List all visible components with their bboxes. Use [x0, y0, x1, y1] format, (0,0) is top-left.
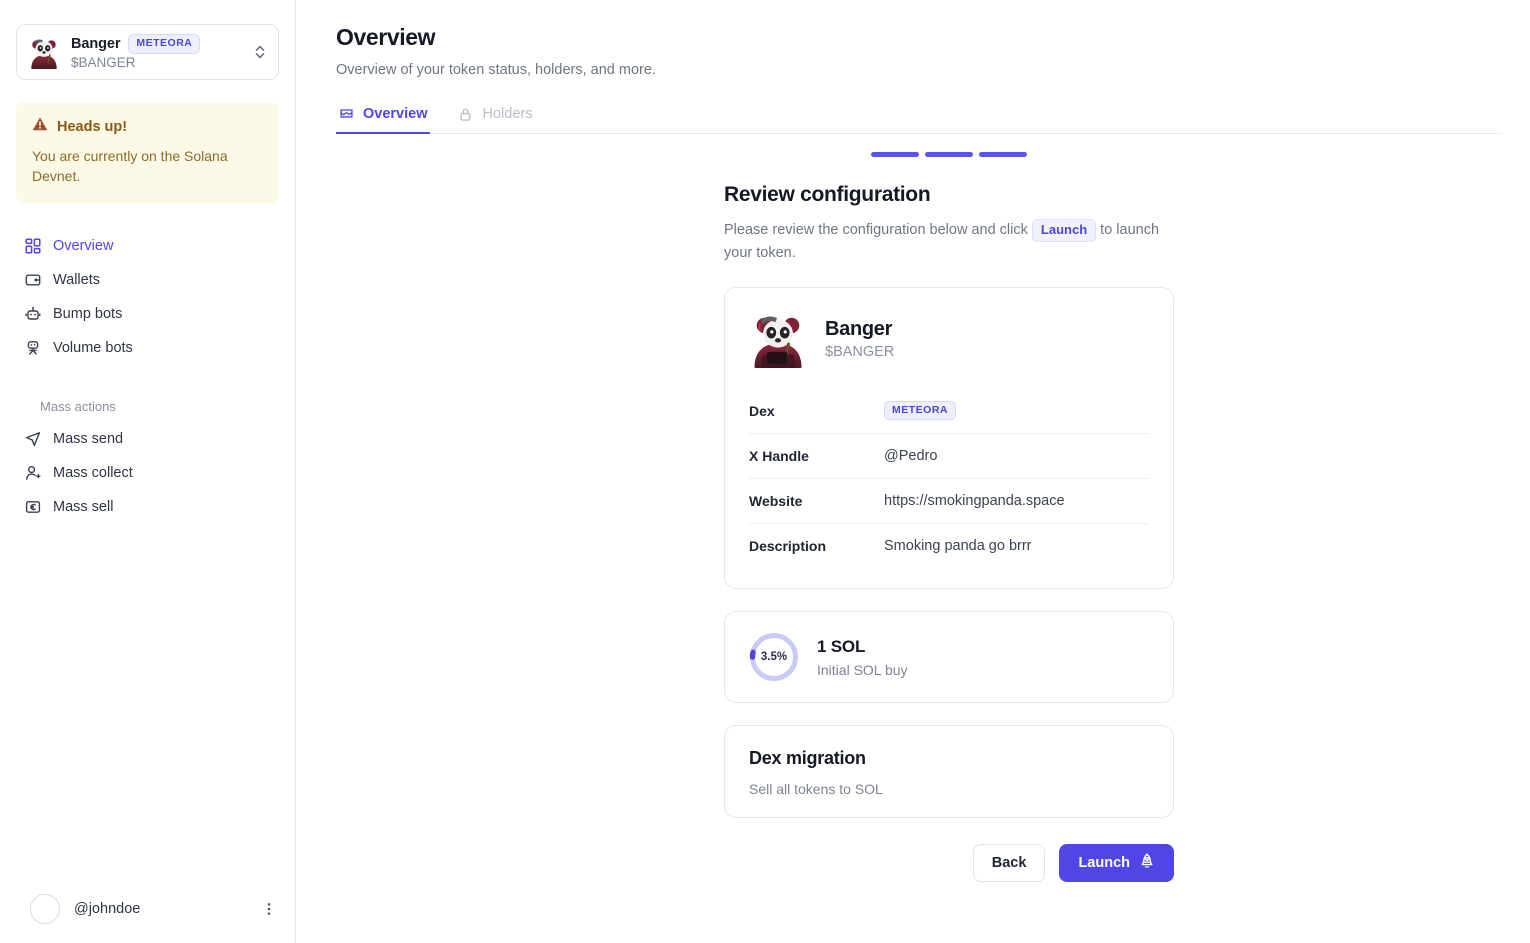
warning-triangle-icon	[32, 116, 48, 137]
wizard-step-3	[979, 152, 1027, 157]
page-title: Overview	[336, 24, 436, 50]
back-button[interactable]: Back	[972, 844, 1046, 883]
token-card-header: Banger $BANGER	[749, 310, 1149, 369]
token-config-table: Dex METEORA X Handle @Pedro Website http…	[749, 388, 1149, 568]
sidebar-item-mass-send[interactable]: Mass send	[16, 422, 279, 456]
panda-avatar	[27, 35, 61, 69]
robot-head-icon	[24, 339, 41, 356]
migration-title: Dex migration	[749, 748, 866, 769]
row-key: Dex	[749, 402, 775, 419]
launch-button[interactable]: Launch	[1059, 844, 1174, 883]
wizard-stepper	[724, 152, 1174, 157]
app-root: Banger METEORA $BANGER Heads up! You are…	[0, 0, 1530, 943]
sidebar-item-label: Mass sell	[53, 498, 114, 515]
token-switcher-dex-badge: METEORA	[128, 34, 201, 54]
main-nav: Overview Wallets Bump bots Volume bots M…	[0, 229, 295, 524]
currency-box-icon	[24, 498, 41, 515]
progress-ring: 3.5%	[749, 632, 799, 682]
sidebar-item-wallets[interactable]: Wallets	[16, 263, 279, 297]
devnet-alert: Heads up! You are currently on the Solan…	[16, 102, 279, 203]
dots-vertical-icon[interactable]	[262, 902, 276, 916]
flag-icon	[338, 106, 354, 122]
token-switcher[interactable]: Banger METEORA $BANGER	[16, 24, 279, 80]
dex-migration-card: Dex migration Sell all tokens to SOL	[724, 725, 1174, 819]
tab-label: Holders	[482, 106, 533, 122]
robot-icon	[24, 305, 41, 322]
token-switcher-symbol: $BANGER	[71, 54, 136, 70]
table-row: Description Smoking panda go brrr	[749, 523, 1149, 568]
token-config-card: Banger $BANGER Dex METEORA X Handle @Ped…	[724, 287, 1174, 590]
main-content: Overview Overview of your token status, …	[296, 0, 1530, 943]
wizard-title: Review configuration	[724, 183, 931, 206]
sidebar: Banger METEORA $BANGER Heads up! You are…	[0, 0, 296, 943]
migration-subtitle: Sell all tokens to SOL	[749, 781, 883, 798]
lock-icon	[458, 106, 474, 122]
token-switcher-text: Banger METEORA $BANGER	[71, 34, 242, 70]
table-row: X Handle @Pedro	[749, 433, 1149, 478]
sidebar-item-label: Mass send	[53, 430, 124, 447]
tab-label: Overview	[363, 106, 428, 122]
wizard-step-2	[925, 152, 973, 157]
row-value: https://smokingpanda.space	[884, 493, 1065, 510]
send-icon	[24, 430, 41, 447]
user-name: @johndoe	[74, 901, 141, 917]
tab-holders[interactable]: Holders	[456, 106, 535, 134]
page-subtitle: Overview of your token status, holders, …	[336, 62, 656, 78]
wizard-description: Please review the configuration below an…	[724, 219, 1174, 265]
sidebar-item-label: Overview	[53, 237, 114, 254]
row-value: Smoking panda go brrr	[884, 538, 1032, 555]
sidebar-item-volume-bots[interactable]: Volume bots	[16, 331, 279, 365]
sol-amount: 1 SOL	[817, 636, 866, 656]
wallet-icon	[24, 271, 41, 288]
row-key: Description	[749, 538, 827, 555]
mass-actions-label: Mass actions	[40, 398, 116, 414]
avatar	[30, 894, 60, 924]
sidebar-item-label: Volume bots	[53, 339, 133, 356]
initial-sol-buy-card: 3.5% 1 SOL Initial SOL buy	[724, 611, 1174, 704]
tab-bar: Overview Holders	[336, 106, 1502, 134]
row-key: Website	[749, 493, 803, 510]
tab-overview[interactable]: Overview	[336, 106, 430, 134]
sol-caption: Initial SOL buy	[817, 661, 908, 678]
token-card-identity: Banger $BANGER	[825, 318, 894, 360]
sidebar-item-mass-sell[interactable]: Mass sell	[16, 490, 279, 524]
row-value: METEORA	[884, 401, 1149, 421]
wizard-actions: Back Launch	[724, 844, 1174, 883]
token-name: Banger	[825, 318, 893, 341]
table-row: Dex METEORA	[749, 388, 1149, 433]
wizard-step-1	[871, 152, 919, 157]
table-row: Website https://smokingpanda.space	[749, 478, 1149, 523]
user-plus-icon	[24, 464, 41, 481]
launch-button-label: Launch	[1078, 855, 1130, 872]
sidebar-item-label: Bump bots	[53, 305, 123, 322]
devnet-alert-title: Heads up!	[57, 118, 128, 135]
token-symbol: $BANGER	[825, 344, 895, 361]
row-value: @Pedro	[884, 448, 938, 465]
rocket-icon	[1139, 853, 1155, 873]
devnet-alert-body: You are currently on the Solana Devnet.	[32, 148, 228, 185]
inline-launch-badge: Launch	[1031, 219, 1097, 242]
panda-avatar	[749, 310, 807, 369]
chevron-up-down-icon[interactable]	[252, 44, 268, 60]
sidebar-item-mass-collect[interactable]: Mass collect	[16, 456, 279, 490]
user-menu[interactable]: @johndoe	[0, 889, 296, 929]
grid-icon	[24, 237, 41, 254]
progress-ring-label: 3.5%	[760, 651, 788, 664]
sidebar-item-label: Wallets	[53, 271, 100, 288]
sidebar-item-label: Mass collect	[53, 464, 133, 481]
sidebar-item-bump-bots[interactable]: Bump bots	[16, 297, 279, 331]
row-key: X Handle	[749, 448, 809, 465]
launch-wizard: Review configuration Please review the c…	[724, 134, 1174, 883]
dex-badge: METEORA	[884, 401, 956, 421]
wizard-description-before: Please review the configuration below an…	[724, 222, 1028, 238]
initial-sol-buy-text: 1 SOL Initial SOL buy	[817, 637, 908, 678]
sidebar-item-overview[interactable]: Overview	[16, 229, 279, 263]
token-switcher-name: Banger	[71, 36, 121, 52]
